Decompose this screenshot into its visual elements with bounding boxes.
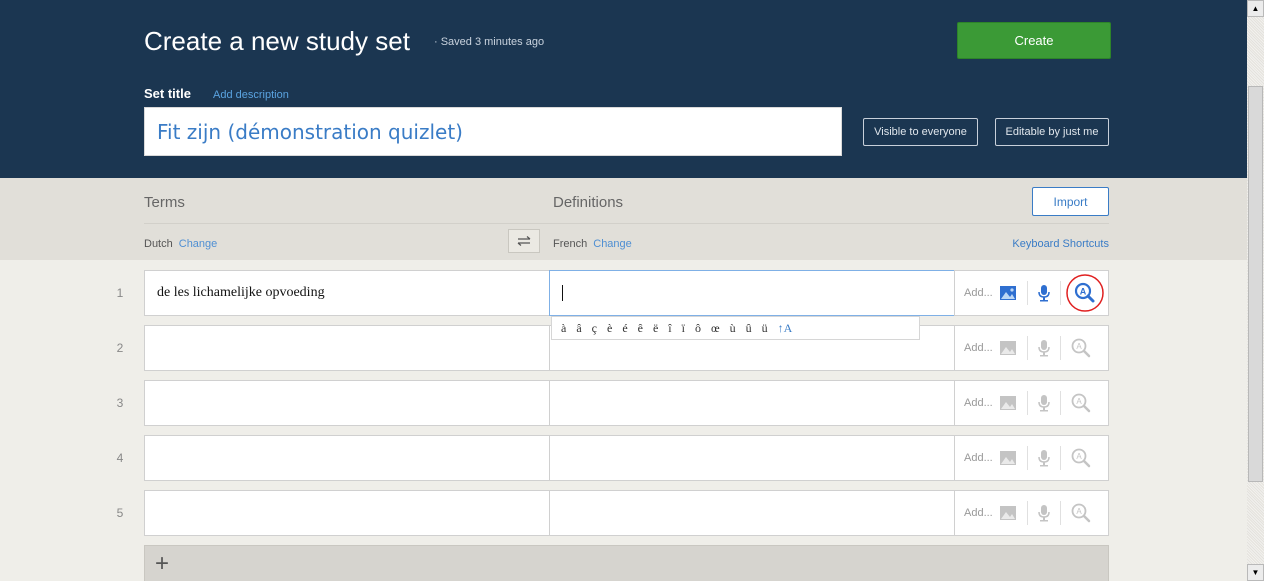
microphone-icon[interactable] xyxy=(1038,449,1050,467)
svg-text:A: A xyxy=(1076,452,1082,461)
add-card-button[interactable]: + xyxy=(144,545,1109,581)
definitions-heading: Definitions xyxy=(553,194,624,211)
accent-search-icon[interactable]: A xyxy=(1065,273,1105,313)
accent-char[interactable]: û xyxy=(746,321,752,336)
tool-divider xyxy=(1026,446,1028,470)
swap-columns-button[interactable] xyxy=(508,229,540,253)
definition-language-name: French xyxy=(553,238,588,250)
saved-status: · Saved 3 minutes ago xyxy=(434,36,545,48)
accent-char[interactable]: î xyxy=(668,321,671,336)
terms-heading: Terms xyxy=(144,194,185,211)
microphone-icon[interactable] xyxy=(1038,284,1050,302)
term-language-change-link[interactable]: Change xyxy=(179,238,218,250)
term-input[interactable]: de les lichamelijke opvoeding xyxy=(144,270,550,316)
image-icon[interactable] xyxy=(999,395,1017,411)
accent-char[interactable]: ü xyxy=(762,321,768,336)
image-icon[interactable] xyxy=(999,340,1017,356)
microphone-icon[interactable] xyxy=(1038,504,1050,522)
accent-char[interactable]: ù xyxy=(730,321,736,336)
page-title: Create a new study set xyxy=(144,26,410,56)
accent-search-icon[interactable]: A xyxy=(1071,338,1091,358)
term-input[interactable] xyxy=(144,435,550,481)
tool-divider xyxy=(1026,281,1028,305)
divider xyxy=(144,223,1109,224)
scrollbar-thumb[interactable] xyxy=(1248,86,1263,482)
image-icon[interactable] xyxy=(999,285,1017,301)
definition-input[interactable] xyxy=(549,490,955,536)
svg-text:A: A xyxy=(1080,287,1087,297)
definition-input[interactable] xyxy=(549,380,955,426)
term-input[interactable] xyxy=(144,325,550,371)
accent-char[interactable]: œ xyxy=(711,321,720,336)
image-icon[interactable] xyxy=(999,505,1017,521)
uppercase-toggle[interactable]: ↑A xyxy=(778,321,793,336)
set-title-label: Set title xyxy=(144,86,191,101)
accent-char[interactable]: è xyxy=(607,321,612,336)
row-tools: Add... A xyxy=(954,380,1109,426)
term-language-name: Dutch xyxy=(144,238,173,250)
create-button[interactable]: Create xyxy=(957,22,1111,59)
term-input[interactable] xyxy=(144,490,550,536)
accent-char[interactable]: ç xyxy=(592,321,597,336)
svg-text:A: A xyxy=(1076,507,1082,516)
accent-char[interactable]: é xyxy=(622,321,627,336)
accent-search-icon[interactable]: A xyxy=(1071,448,1091,468)
microphone-icon[interactable] xyxy=(1038,394,1050,412)
tool-divider xyxy=(1026,336,1028,360)
tool-divider xyxy=(1026,501,1028,525)
header: Create a new study set · Saved 3 minutes… xyxy=(0,0,1247,178)
microphone-icon[interactable] xyxy=(1038,339,1050,357)
row-number: 5 xyxy=(116,506,124,520)
row-number: 4 xyxy=(116,451,124,465)
add-media-label: Add... xyxy=(964,397,993,409)
visibility-button[interactable]: Visible to everyone xyxy=(863,118,978,146)
tool-divider xyxy=(1059,446,1061,470)
scroll-up-arrow-icon[interactable]: ▲ xyxy=(1247,0,1264,17)
row-tools: Add... A xyxy=(954,490,1109,536)
tool-divider xyxy=(1059,391,1061,415)
accent-char[interactable]: ï xyxy=(682,321,685,336)
page: Create a new study set · Saved 3 minutes… xyxy=(0,0,1247,581)
definition-input[interactable] xyxy=(549,435,955,481)
accent-search-icon[interactable]: A xyxy=(1071,503,1091,523)
accent-char[interactable]: ô xyxy=(695,321,701,336)
add-media-label: Add... xyxy=(964,287,993,299)
svg-text:A: A xyxy=(1076,342,1082,351)
set-title-input[interactable]: Fit zijn (démonstration quizlet) xyxy=(144,107,842,156)
tool-divider xyxy=(1059,336,1061,360)
swap-icon xyxy=(517,236,531,246)
import-button[interactable]: Import xyxy=(1032,187,1109,216)
term-input[interactable] xyxy=(144,380,550,426)
accent-char[interactable]: ë xyxy=(653,321,658,336)
accent-search-icon[interactable]: A xyxy=(1071,393,1091,413)
tool-divider xyxy=(1059,501,1061,525)
text-cursor xyxy=(562,285,563,301)
accent-char[interactable]: ê xyxy=(638,321,643,336)
svg-text:A: A xyxy=(1076,397,1082,406)
term-language: Dutch Change xyxy=(144,238,217,250)
keyboard-shortcuts-link[interactable]: Keyboard Shortcuts xyxy=(1012,238,1109,250)
accent-char[interactable]: â xyxy=(576,321,581,336)
row-tools: Add... A xyxy=(954,435,1109,481)
definition-language: French Change xyxy=(553,238,632,250)
accent-char[interactable]: à xyxy=(561,321,566,336)
definition-input[interactable] xyxy=(549,270,955,316)
add-media-label: Add... xyxy=(964,342,993,354)
definition-language-change-link[interactable]: Change xyxy=(593,238,632,250)
tool-divider xyxy=(1059,281,1061,305)
row-number: 1 xyxy=(116,286,124,300)
add-media-label: Add... xyxy=(964,452,993,464)
scroll-down-arrow-icon[interactable]: ▼ xyxy=(1247,564,1264,581)
add-media-label: Add... xyxy=(964,507,993,519)
editable-button[interactable]: Editable by just me xyxy=(995,118,1109,146)
row-tools: Add... A xyxy=(954,270,1109,316)
add-description-link[interactable]: Add description xyxy=(213,89,289,101)
row-tools: Add... A xyxy=(954,325,1109,371)
tool-divider xyxy=(1026,391,1028,415)
row-number: 2 xyxy=(116,341,124,355)
accent-character-bar: à â ç è é ê ë î ï ô œ ù û ü ↑A xyxy=(551,316,920,340)
image-icon[interactable] xyxy=(999,450,1017,466)
row-number: 3 xyxy=(116,396,124,410)
